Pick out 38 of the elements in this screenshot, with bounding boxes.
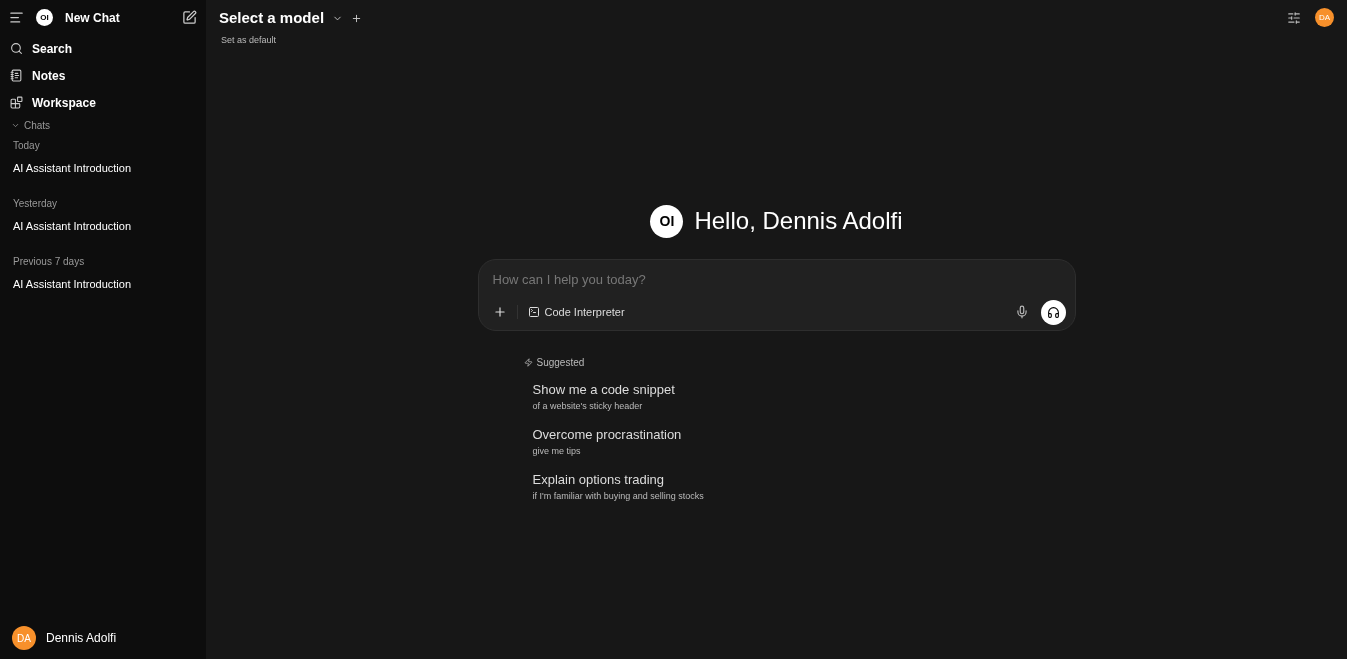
sidebar-nav-item[interactable]: Search	[0, 35, 206, 62]
sidebar-nav-item[interactable]: Workspace	[0, 89, 206, 116]
suggestion-item[interactable]: Explain options trading if I'm familiar with buying and selling stocks	[523, 470, 1076, 515]
chat-group-label: Previous 7 days	[12, 255, 86, 269]
user-avatar: DA	[12, 626, 36, 650]
new-chat-icon[interactable]	[182, 10, 197, 25]
workspace-icon	[10, 96, 23, 109]
voice-mode-button[interactable]	[1040, 299, 1066, 325]
chat-group-label: Yesterday	[12, 197, 59, 211]
chat-item[interactable]: AI Assistant Introduction	[6, 154, 200, 182]
set-default-link[interactable]: Set as default	[221, 33, 363, 47]
suggested-label: Suggested	[536, 356, 585, 370]
menu-icon[interactable]	[9, 10, 24, 25]
user-menu[interactable]: DA Dennis Adolfi	[0, 618, 206, 658]
sidebar-nav-item[interactable]: Notes	[0, 62, 206, 89]
settings-icon[interactable]	[1287, 10, 1301, 25]
code-interpreter-button[interactable]: Code Interpreter	[527, 303, 625, 321]
headphones-icon	[1046, 305, 1060, 319]
lightning-icon	[523, 358, 533, 367]
user-name: Dennis Adolfi	[46, 630, 117, 647]
terminal-icon	[527, 306, 540, 318]
suggestion-item[interactable]: Overcome procrastination give me tips	[523, 425, 1076, 470]
message-composer[interactable]: How can I help you today? Code Interpreter	[477, 259, 1076, 331]
chat-item[interactable]: AI Assistant Introduction	[6, 212, 200, 240]
add-model-icon[interactable]	[351, 12, 363, 24]
model-selector[interactable]: Select a model	[219, 7, 325, 30]
logo-icon: OI	[650, 204, 684, 238]
greeting-text: Hello, Dennis Adolfi	[694, 206, 903, 236]
chat-group-label: Today	[12, 139, 41, 153]
chat-item[interactable]: AI Assistant Introduction	[6, 270, 200, 298]
microphone-icon[interactable]	[1014, 305, 1029, 319]
new-chat-link[interactable]: New Chat	[65, 8, 170, 27]
suggestion-item[interactable]: Show me a code snippet of a website's sticky header	[523, 380, 1076, 425]
notes-icon	[10, 69, 23, 82]
search-icon	[10, 42, 23, 55]
chats-toggle[interactable]: Chats	[0, 116, 206, 134]
logo-icon: OI	[36, 9, 53, 26]
attach-icon[interactable]	[492, 305, 507, 319]
